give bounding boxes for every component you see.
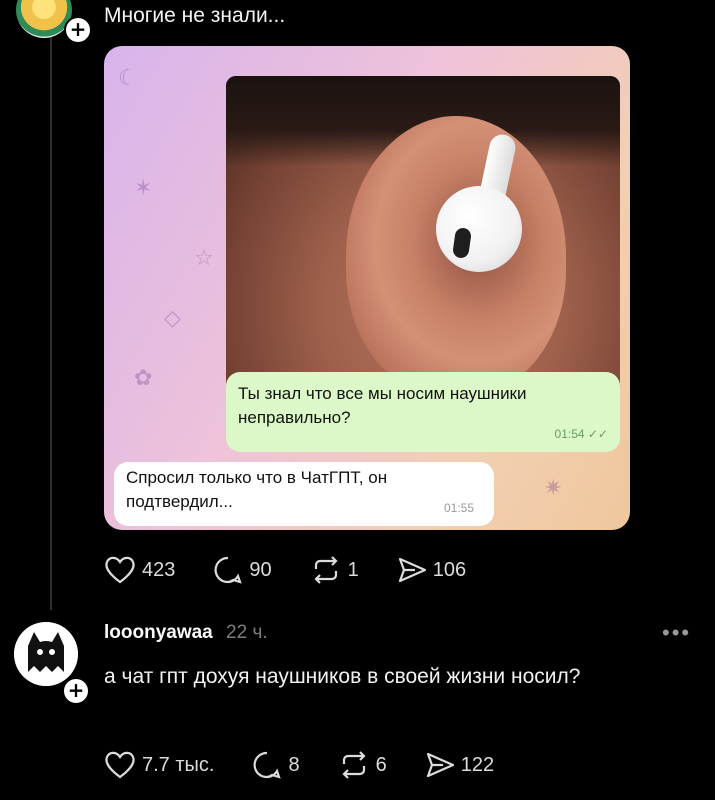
doodle-icon: ✶ — [134, 176, 153, 201]
thread-line — [50, 36, 52, 610]
send-icon — [426, 752, 454, 778]
post-stats: 423 90 1 106 — [104, 555, 504, 585]
share-count: 122 — [460, 753, 495, 776]
comment-username[interactable]: looonyawaa — [104, 622, 213, 643]
doodle-icon: ◇ — [164, 306, 181, 331]
comment-time: 22 ч. — [226, 622, 268, 643]
like-count: 423 — [142, 558, 176, 581]
doodle-icon: ☾ — [118, 66, 138, 91]
repost-button[interactable]: 6 — [338, 750, 387, 780]
message-time: 01:54 ✓✓ — [554, 427, 608, 441]
follow-plus-icon[interactable]: + — [62, 677, 90, 705]
share-button[interactable]: 122 — [425, 751, 494, 779]
follow-plus-icon[interactable]: + — [64, 16, 92, 44]
share-count: 106 — [432, 558, 467, 581]
more-options-icon[interactable]: ••• — [662, 620, 691, 646]
reply-button[interactable]: 8 — [252, 750, 300, 780]
send-icon — [398, 557, 426, 583]
repost-count: 6 — [375, 753, 387, 776]
heart-icon — [105, 556, 135, 584]
comment-text: а чат гпт дохуя наушников в своей жизни … — [104, 665, 581, 688]
post-text: Многие не знали... — [104, 4, 286, 27]
reply-button[interactable]: 90 — [213, 555, 272, 585]
earbud — [436, 186, 522, 272]
comment-header: looonyawaa 22 ч. — [104, 622, 268, 644]
speech-bubble-icon — [214, 556, 243, 584]
post-image[interactable]: ☾ ✶ ◇ ✿ ☆ ✷ Ты знал что все мы носим нау… — [104, 46, 630, 530]
message-bubble-answer: Спросил только что в ЧатГПТ, он подтверд… — [114, 462, 494, 526]
doodle-icon: ✿ — [134, 366, 153, 391]
ghost-cat-icon — [14, 622, 78, 686]
repost-count: 1 — [347, 558, 359, 581]
speech-bubble-icon — [253, 751, 282, 779]
like-count: 7.7 тыс. — [142, 753, 215, 776]
heart-icon — [105, 751, 135, 779]
like-button[interactable]: 7.7 тыс. — [104, 751, 214, 779]
comment-stats: 7.7 тыс. 8 6 122 — [104, 750, 532, 780]
repost-icon — [314, 556, 338, 584]
doodle-icon: ✷ — [544, 476, 563, 501]
message-text: Ты знал что все мы носим наушники неправ… — [238, 384, 527, 427]
repost-button[interactable]: 1 — [310, 555, 359, 585]
message-bubble-question: Ты знал что все мы носим наушники неправ… — [226, 372, 620, 452]
commenter-avatar[interactable] — [14, 622, 78, 686]
like-button[interactable]: 423 — [104, 556, 175, 584]
reply-count: 8 — [288, 753, 300, 776]
share-button[interactable]: 106 — [397, 556, 466, 584]
ear-photo — [226, 76, 620, 406]
repost-icon — [342, 751, 366, 779]
reply-count: 90 — [249, 558, 272, 581]
message-time: 01:55 — [443, 501, 474, 515]
doodle-icon: ☆ — [194, 246, 214, 271]
message-text: Спросил только что в ЧатГПТ, он подтверд… — [126, 468, 388, 511]
